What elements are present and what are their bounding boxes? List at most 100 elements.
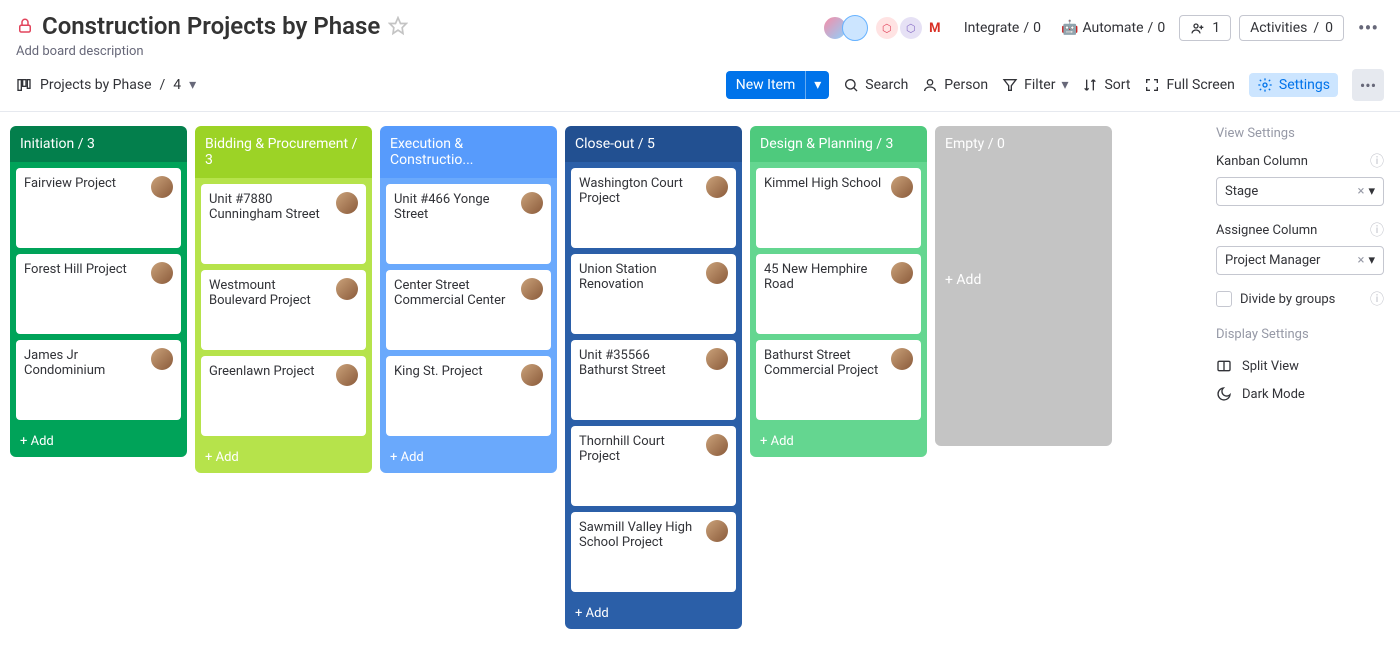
assignee-avatar[interactable]	[891, 176, 913, 198]
assignee-avatar[interactable]	[706, 434, 728, 456]
assignee-column-select[interactable]: Project Manager ×▾	[1216, 246, 1384, 275]
assignee-avatar[interactable]	[891, 348, 913, 370]
assignee-avatar[interactable]	[706, 176, 728, 198]
card-title: Unit #466 Yonge Street	[394, 192, 515, 256]
filter-button[interactable]: Filter ▾	[1002, 77, 1068, 93]
kanban-card[interactable]: Unit #466 Yonge Street	[386, 184, 551, 264]
column-header[interactable]: Execution & Constructio...	[380, 126, 557, 178]
invite-button[interactable]: 1	[1179, 15, 1231, 41]
avatar-stack[interactable]	[828, 15, 868, 41]
divide-by-groups-row[interactable]: Divide by groups ⓘ	[1216, 289, 1384, 309]
split-view-icon	[1216, 358, 1232, 374]
filter-icon	[1002, 77, 1018, 93]
integration-icon[interactable]: ⬡	[876, 17, 898, 39]
assignee-avatar[interactable]	[521, 278, 543, 300]
kanban-card[interactable]: Unit #7880 Cunningham Street	[201, 184, 366, 264]
assignee-avatar[interactable]	[706, 520, 728, 542]
kanban-card[interactable]: Union Station Renovation	[571, 254, 736, 334]
assignee-avatar[interactable]	[336, 364, 358, 386]
kanban-card[interactable]: Sawmill Valley High School Project	[571, 512, 736, 592]
clear-icon[interactable]: ×	[1358, 184, 1365, 199]
assignee-avatar[interactable]	[706, 348, 728, 370]
kanban-column: Initiation / 3 Fairview Project Forest Hil…	[10, 126, 187, 457]
info-icon[interactable]: ⓘ	[1370, 289, 1384, 309]
add-card-button[interactable]: + Add	[750, 426, 927, 457]
column-header[interactable]: Bidding & Procurement / 3	[195, 126, 372, 178]
kanban-card[interactable]: Unit #35566 Bathurst Street	[571, 340, 736, 420]
assignee-avatar[interactable]	[151, 176, 173, 198]
column-header[interactable]: Initiation / 3	[10, 126, 187, 162]
settings-button[interactable]: Settings	[1249, 73, 1338, 97]
activities-button[interactable]: Activities / 0	[1239, 15, 1344, 41]
select-value: Stage	[1225, 184, 1258, 199]
view-tab[interactable]: Projects by Phase / 4 ▾	[16, 77, 196, 93]
new-item-button[interactable]: New Item ▾	[726, 71, 830, 99]
kanban-card[interactable]: Forest Hill Project	[16, 254, 181, 334]
column-header[interactable]: Close-out / 5	[565, 126, 742, 162]
integrate-count: 0	[1033, 20, 1041, 36]
field-label: Kanban Column ⓘ	[1216, 151, 1384, 171]
chevron-down-icon[interactable]: ▾	[805, 71, 829, 99]
search-button[interactable]: Search	[843, 77, 908, 93]
board-description[interactable]: Add board description	[16, 44, 408, 59]
assignee-avatar[interactable]	[891, 262, 913, 284]
card-title: Fairview Project	[24, 176, 145, 240]
info-icon[interactable]: ⓘ	[1370, 220, 1384, 240]
assignee-avatar[interactable]	[706, 262, 728, 284]
assignee-avatar[interactable]	[521, 364, 543, 386]
kanban-card[interactable]: Bathurst Street Commercial Project	[756, 340, 921, 420]
add-card-button[interactable]: + Add	[935, 162, 1112, 398]
integrate-link[interactable]: Integrate / 0	[958, 16, 1047, 40]
activities-label: Activities	[1250, 20, 1307, 36]
assignee-avatar[interactable]	[151, 348, 173, 370]
card-title: Kimmel High School	[764, 176, 885, 240]
more-toolbar-button[interactable]: •••	[1352, 69, 1384, 101]
add-card-button[interactable]: + Add	[380, 442, 557, 473]
kanban-column: Bidding & Procurement / 3Unit #7880 Cunn…	[195, 126, 372, 473]
add-card-button[interactable]: + Add	[565, 598, 742, 629]
card-title: Unit #7880 Cunningham Street	[209, 192, 330, 256]
assignee-avatar[interactable]	[336, 278, 358, 300]
kanban-card[interactable]: Greenlawn Project	[201, 356, 366, 436]
kanban-column-select[interactable]: Stage ×▾	[1216, 177, 1384, 206]
page-title[interactable]: Construction Projects by Phase	[42, 12, 380, 40]
integration-icon[interactable]: ⬡	[900, 17, 922, 39]
person-filter-button[interactable]: Person	[922, 77, 988, 93]
clear-icon[interactable]: ×	[1358, 253, 1365, 268]
kanban-card[interactable]: Thornhill Court Project	[571, 426, 736, 506]
column-header[interactable]: Empty / 0	[935, 126, 1112, 162]
kanban-card[interactable]: Fairview Project	[16, 168, 181, 248]
assignee-avatar[interactable]	[521, 192, 543, 214]
card-title: Sawmill Valley High School Project	[579, 520, 700, 584]
toolbar: Projects by Phase / 4 ▾ New Item ▾ Searc…	[0, 63, 1400, 112]
sort-button[interactable]: Sort	[1082, 77, 1130, 93]
kanban-column: Execution & Constructio... Unit #466 Yong…	[380, 126, 557, 473]
avatar	[842, 15, 868, 41]
assignee-avatar[interactable]	[336, 192, 358, 214]
star-icon[interactable]	[388, 16, 408, 36]
more-menu-button[interactable]: •••	[1352, 12, 1384, 44]
column-body: Unit #7880 Cunningham Street Westmount Bo…	[195, 178, 372, 442]
people-icon	[1190, 20, 1206, 36]
kanban-card[interactable]: King St. Project	[386, 356, 551, 436]
kanban-card[interactable]: Washington Court Project	[571, 168, 736, 248]
column-header[interactable]: Design & Planning / 3	[750, 126, 927, 162]
add-card-button[interactable]: + Add	[10, 426, 187, 457]
kanban-card[interactable]: Kimmel High School	[756, 168, 921, 248]
moon-icon	[1216, 386, 1232, 402]
kanban-card[interactable]: Westmount Boulevard Project	[201, 270, 366, 350]
add-card-button[interactable]: + Add	[195, 442, 372, 473]
kanban-card[interactable]: Center Street Commercial Center	[386, 270, 551, 350]
gmail-icon[interactable]: M	[924, 17, 946, 39]
split-view-toggle[interactable]: Split View	[1216, 352, 1384, 380]
automate-link[interactable]: 🤖 Automate / 0	[1055, 16, 1171, 40]
assignee-avatar[interactable]	[151, 262, 173, 284]
dark-mode-toggle[interactable]: Dark Mode	[1216, 380, 1384, 408]
info-icon[interactable]: ⓘ	[1370, 151, 1384, 171]
kanban-column-label: Kanban Column	[1216, 154, 1308, 169]
card-title: Unit #35566 Bathurst Street	[579, 348, 700, 412]
checkbox[interactable]	[1216, 291, 1232, 307]
kanban-card[interactable]: James Jr Condominium	[16, 340, 181, 420]
fullscreen-button[interactable]: Full Screen	[1144, 77, 1234, 93]
kanban-card[interactable]: 45 New Hemphire Road	[756, 254, 921, 334]
